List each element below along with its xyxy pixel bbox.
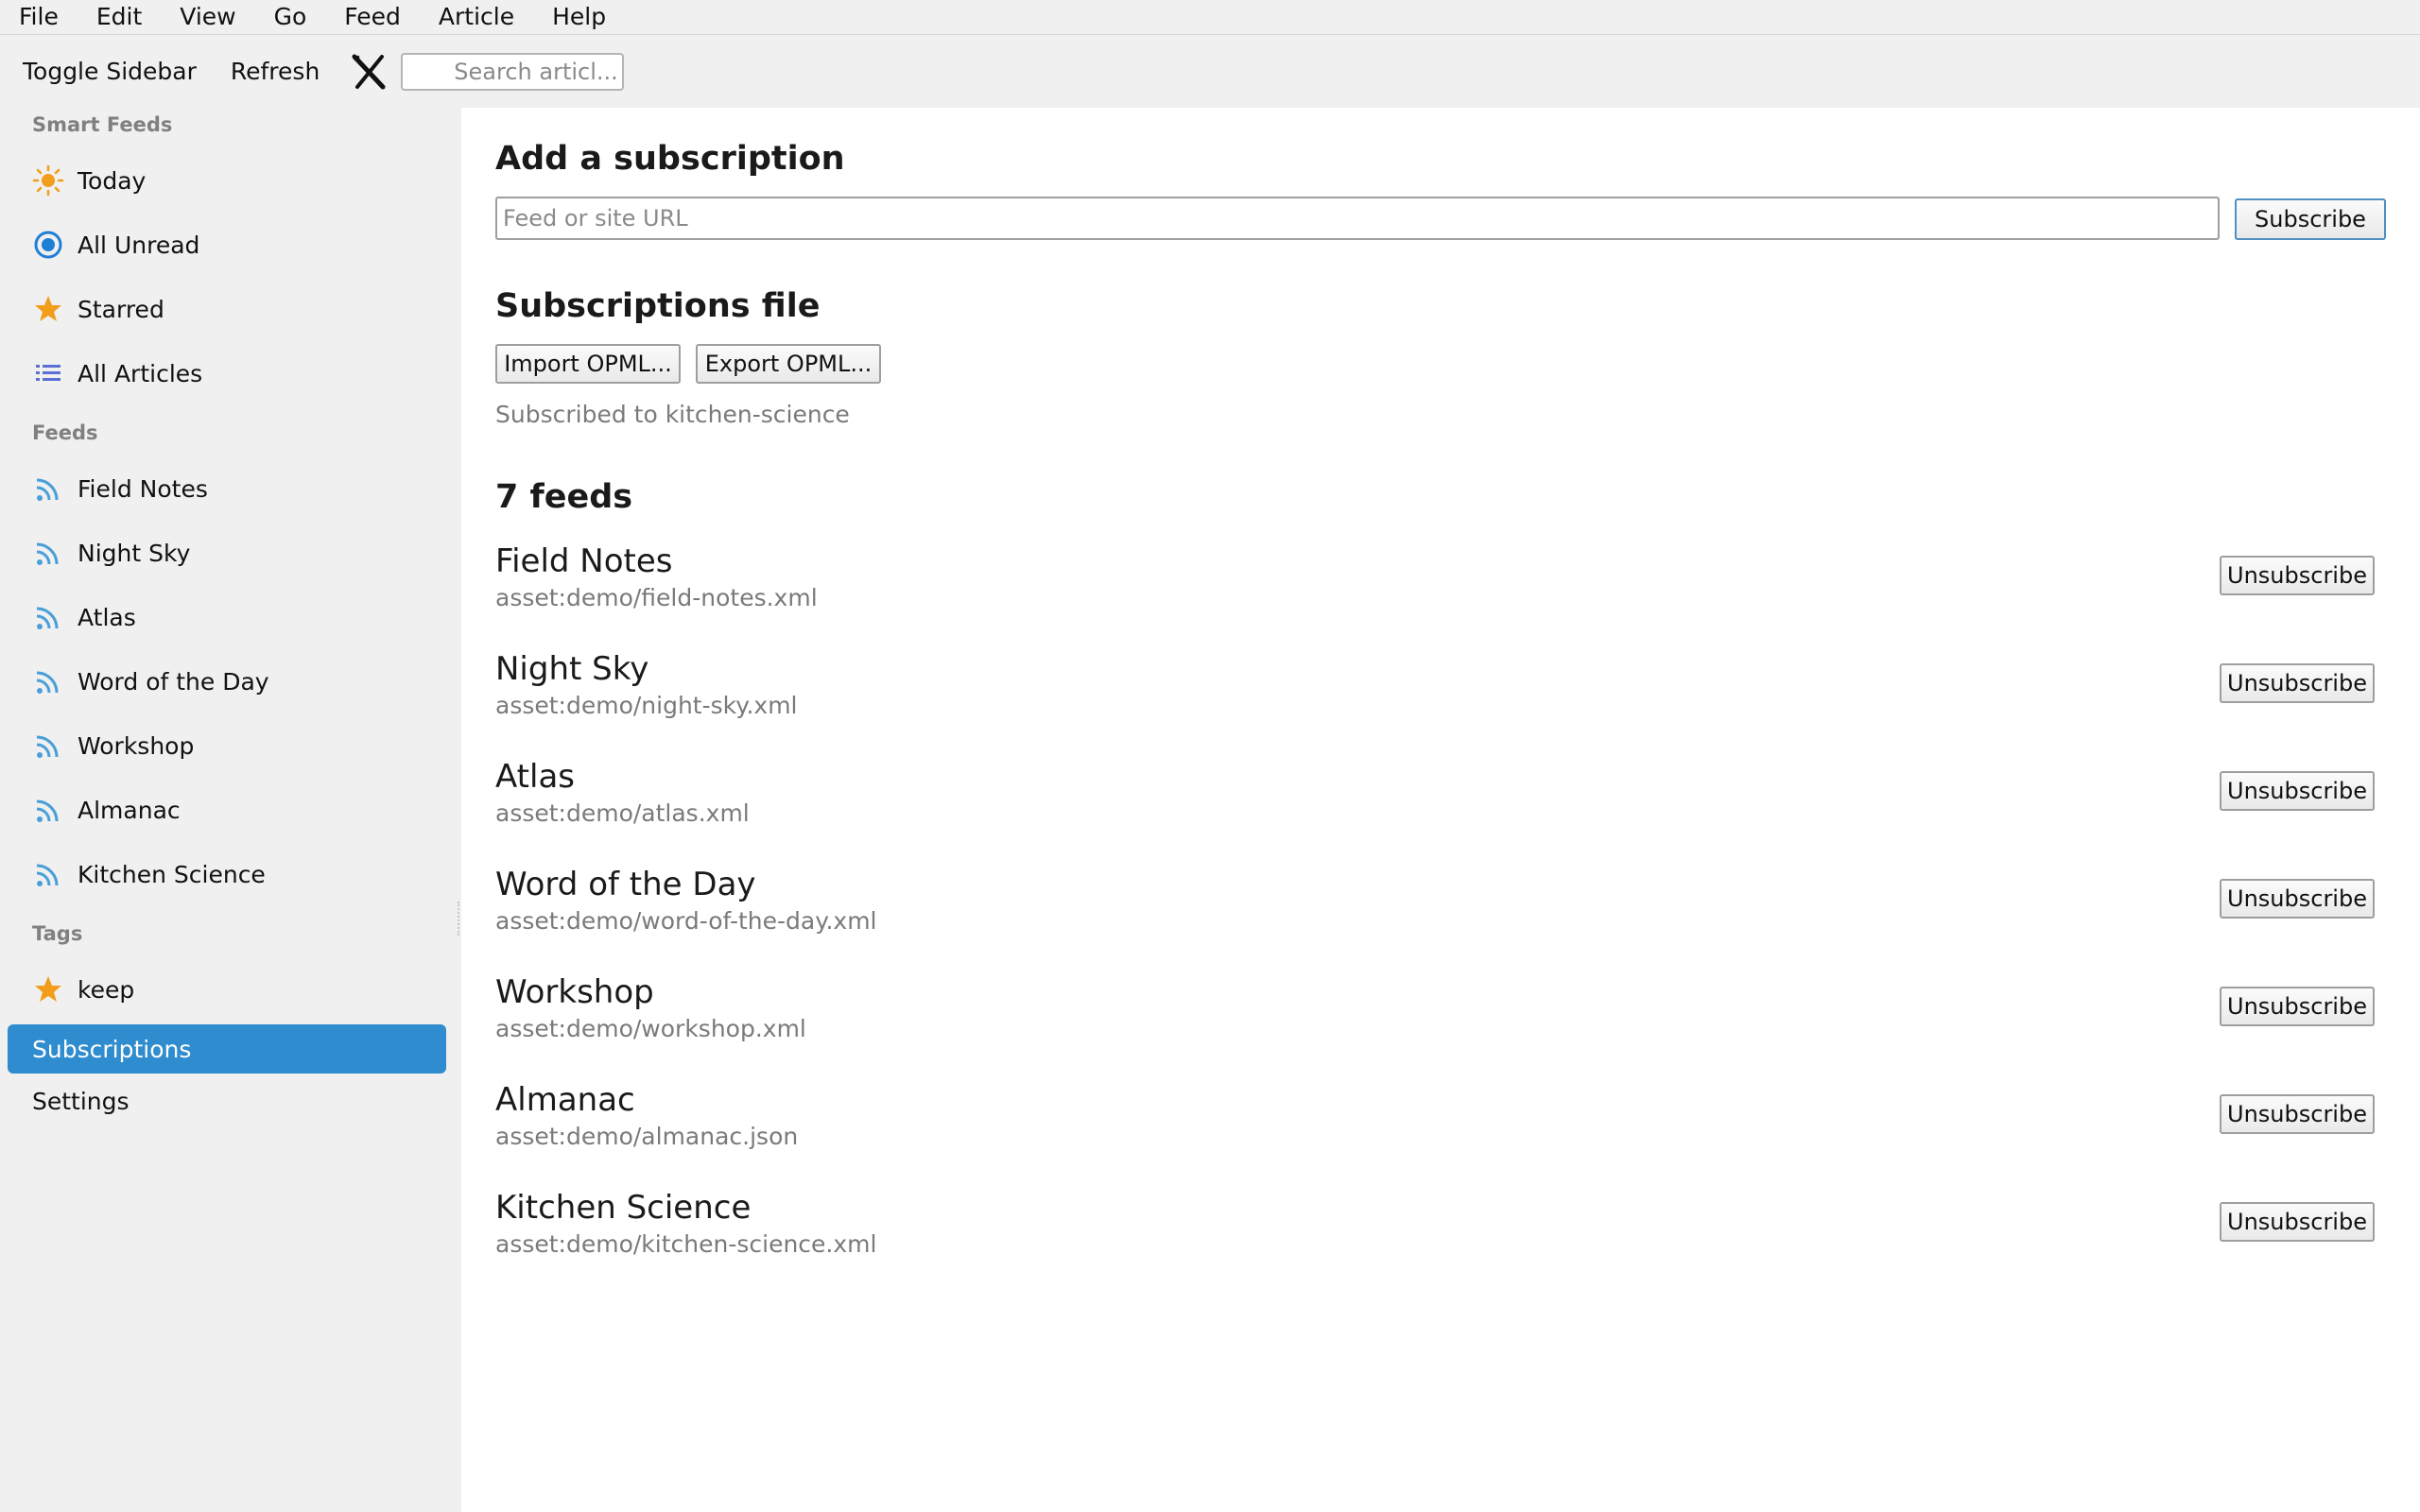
sidebar-item-today[interactable]: Today xyxy=(32,157,439,204)
sidebar: Smart Feeds Today All Unread Starred All… xyxy=(0,108,459,1512)
sidebar-item-all-articles[interactable]: All Articles xyxy=(32,350,439,397)
menu-edit[interactable]: Edit xyxy=(78,0,161,34)
menu-bar: File Edit View Go Feed Article Help xyxy=(0,0,2420,35)
unsubscribe-button[interactable]: Unsubscribe xyxy=(2220,1202,2375,1242)
feed-row: Kitchen Science asset:demo/kitchen-scienc… xyxy=(495,1189,2386,1283)
feed-url: asset:demo/word-of-the-day.xml xyxy=(495,907,877,935)
sidebar-item-label: Kitchen Science xyxy=(78,860,266,888)
sidebar-item-label: Settings xyxy=(32,1087,130,1115)
subscriptions-panel: Add a subscription Subscribe Subscriptio… xyxy=(461,108,2420,1512)
sidebar-item-label: Night Sky xyxy=(78,539,191,567)
sun-icon xyxy=(32,164,64,197)
feed-url: asset:demo/atlas.xml xyxy=(495,799,750,827)
rss-icon xyxy=(32,794,64,826)
unsubscribe-button[interactable]: Unsubscribe xyxy=(2220,879,2375,919)
feed-url: asset:demo/night-sky.xml xyxy=(495,692,798,719)
menu-help[interactable]: Help xyxy=(533,0,625,34)
search-input[interactable] xyxy=(401,52,625,91)
menu-article[interactable]: Article xyxy=(420,0,533,34)
refresh-button[interactable]: Refresh xyxy=(231,58,320,85)
unsubscribe-button[interactable]: Unsubscribe xyxy=(2220,556,2375,595)
sidebar-item-subscriptions[interactable]: Subscriptions xyxy=(8,1024,446,1074)
sidebar-item-almanac[interactable]: Almanac xyxy=(32,786,439,833)
feeds-count-title: 7 feeds xyxy=(495,478,633,516)
menu-file[interactable]: File xyxy=(0,0,78,34)
feed-title: Night Sky xyxy=(495,650,649,688)
unread-dot-icon xyxy=(32,229,64,261)
feed-url: asset:demo/almanac.json xyxy=(495,1123,799,1150)
sidebar-item-night-sky[interactable]: Night Sky xyxy=(32,529,439,576)
feed-title: Atlas xyxy=(495,758,575,796)
import-opml-button[interactable]: Import OPML... xyxy=(495,344,681,384)
unsubscribe-button[interactable]: Unsubscribe xyxy=(2220,663,2375,703)
sidebar-item-label: Field Notes xyxy=(78,474,208,503)
menu-feed[interactable]: Feed xyxy=(325,0,420,34)
feed-title: Word of the Day xyxy=(495,866,756,903)
sidebar-item-label: keep xyxy=(78,975,135,1004)
feed-row: Night Sky asset:demo/night-sky.xml Unsubsc… xyxy=(495,650,2386,745)
toolbar: Toggle Sidebar Refresh xyxy=(0,35,2420,108)
subscribe-button[interactable]: Subscribe xyxy=(2235,198,2386,240)
smart-feeds-header: Smart Feeds xyxy=(32,113,173,136)
sidebar-item-word-of-the-day[interactable]: Word of the Day xyxy=(32,658,439,705)
sidebar-item-label: All Unread xyxy=(78,231,200,259)
feeds-header: Feeds xyxy=(32,421,98,444)
sidebar-item-label: Today xyxy=(78,166,147,195)
rss-icon xyxy=(32,858,64,890)
sidebar-item-workshop[interactable]: Workshop xyxy=(32,722,439,769)
rss-icon xyxy=(32,730,64,762)
mark-read-icon[interactable] xyxy=(350,53,388,91)
sidebar-item-label: Word of the Day xyxy=(78,667,269,696)
sidebar-item-kitchen-science[interactable]: Kitchen Science xyxy=(32,850,439,898)
sidebar-item-atlas[interactable]: Atlas xyxy=(32,593,439,641)
feed-row: Almanac asset:demo/almanac.json Unsubscrib… xyxy=(495,1081,2386,1176)
feed-row: Word of the Day asset:demo/word-of-the-da… xyxy=(495,866,2386,960)
add-subscription-title: Add a subscription xyxy=(495,140,845,178)
status-message: Subscribed to kitchen-science xyxy=(495,401,850,428)
sidebar-item-label: Almanac xyxy=(78,796,181,824)
feed-row: Workshop asset:demo/workshop.xml Unsubscri… xyxy=(495,973,2386,1068)
feed-url: asset:demo/field-notes.xml xyxy=(495,584,818,611)
list-icon xyxy=(32,357,64,389)
feed-url: asset:demo/workshop.xml xyxy=(495,1015,806,1042)
sidebar-item-all-unread[interactable]: All Unread xyxy=(32,221,439,268)
rss-icon xyxy=(32,665,64,697)
feed-url: asset:demo/kitchen-science.xml xyxy=(495,1230,877,1258)
sidebar-item-starred[interactable]: Starred xyxy=(32,285,439,333)
unsubscribe-button[interactable]: Unsubscribe xyxy=(2220,987,2375,1026)
sidebar-item-settings[interactable]: Settings xyxy=(32,1077,439,1125)
feed-row: Atlas asset:demo/atlas.xml Unsubscribe xyxy=(495,758,2386,852)
sidebar-item-label: Atlas xyxy=(78,603,136,631)
sidebar-item-label: Starred xyxy=(78,295,164,323)
sidebar-item-label: Subscriptions xyxy=(32,1035,192,1063)
star-icon xyxy=(32,293,64,325)
menu-go[interactable]: Go xyxy=(255,0,326,34)
menu-view[interactable]: View xyxy=(161,0,254,34)
feed-title: Field Notes xyxy=(495,542,673,580)
toggle-sidebar-button[interactable]: Toggle Sidebar xyxy=(23,58,197,85)
unsubscribe-button[interactable]: Unsubscribe xyxy=(2220,1094,2375,1134)
feed-title: Kitchen Science xyxy=(495,1189,752,1227)
feed-url-input[interactable] xyxy=(495,197,2220,240)
rss-icon xyxy=(32,601,64,633)
rss-icon xyxy=(32,537,64,569)
feed-row: Field Notes asset:demo/field-notes.xml Uns… xyxy=(495,542,2386,637)
tags-header: Tags xyxy=(32,922,83,945)
sidebar-item-field-notes[interactable]: Field Notes xyxy=(32,465,439,512)
sidebar-item-tag-keep[interactable]: keep xyxy=(32,966,439,1013)
rss-icon xyxy=(32,472,64,505)
sidebar-item-label: All Articles xyxy=(78,359,203,387)
export-opml-button[interactable]: Export OPML... xyxy=(696,344,881,384)
subscriptions-file-title: Subscriptions file xyxy=(495,287,821,325)
feed-title: Workshop xyxy=(495,973,654,1011)
feed-title: Almanac xyxy=(495,1081,635,1119)
unsubscribe-button[interactable]: Unsubscribe xyxy=(2220,771,2375,811)
star-icon xyxy=(32,973,64,1005)
sidebar-item-label: Workshop xyxy=(78,731,195,760)
